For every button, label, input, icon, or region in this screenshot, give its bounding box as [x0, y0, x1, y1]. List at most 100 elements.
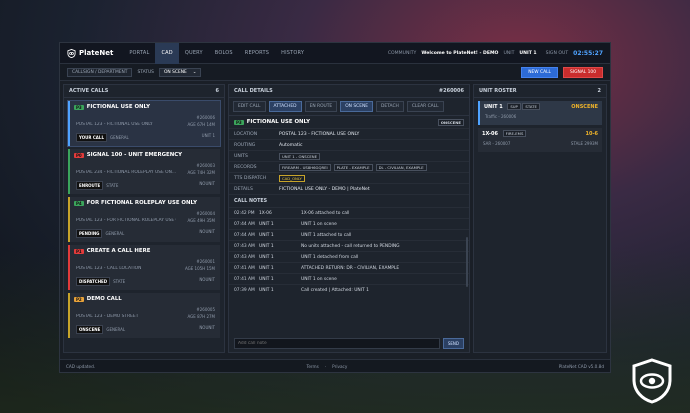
note-message: UNIT 1 detached from call — [301, 254, 359, 260]
location-label: LOCATION — [234, 131, 258, 137]
note-time: 07:44 AM — [234, 232, 255, 238]
footer-separator: · — [324, 363, 327, 369]
call-card-title-row: P1 CREATE A CALL HERE — [74, 248, 216, 254]
note-row: 07:44 AM UNIT 1 UNIT 1 on scene — [229, 218, 469, 229]
nav-cad[interactable]: CAD — [155, 42, 179, 64]
note-message: 1X-06 attached to call — [301, 210, 350, 216]
note-input[interactable] — [234, 338, 440, 349]
call-status-badge: PENDING — [76, 229, 103, 238]
clear-call-button[interactable]: CLEAR CALL — [406, 101, 444, 112]
attached-unit-tag[interactable]: UNIT 1 - ONSCENE — [279, 152, 320, 160]
call-card[interactable]: P2 DEMO CALL #260005 POSTAL 123 - DEMO ST… — [68, 293, 220, 338]
call-department: GENERAL — [105, 231, 125, 236]
call-list: P3 FICTIONAL USE ONLY #260006 POSTAL 123 … — [64, 98, 224, 341]
call-age: AGE 105H 15M — [184, 266, 215, 271]
unit-status: ONSCENE — [571, 104, 598, 110]
unit-name: UNIT 1 — [519, 50, 537, 56]
note-message: UNIT 1 attached to call — [301, 232, 352, 238]
call-card-title: SIGNAL 100 - UNIT EMERGENCY — [86, 152, 183, 158]
nav-portal[interactable]: PORTAL — [123, 43, 155, 64]
call-card[interactable]: P4 FOR FICTIONAL ROLEPLAY USE ONLY #26000… — [68, 197, 220, 242]
nav-history[interactable]: HISTORY — [275, 43, 310, 64]
call-card[interactable]: P1 CREATE A CALL HERE #260001 POSTAL 123 … — [68, 245, 220, 290]
call-number: #260005 — [196, 307, 215, 312]
note-time: 07:44 AM — [234, 221, 255, 227]
call-card-title-row: P4 FOR FICTIONAL ROLEPLAY USE ONLY — [74, 200, 216, 206]
nav-query[interactable]: QUERY — [179, 43, 209, 64]
note-time: 02:42 PM — [234, 210, 255, 216]
tts-row: TTS DISPATCH CAD_ONLY — [229, 173, 469, 184]
welcome-text: Welcome to PlateNet! - DEMO — [421, 50, 499, 56]
privacy-link[interactable]: Privacy — [332, 364, 347, 369]
note-message: UNIT 1 on scene — [301, 276, 337, 282]
signout-link[interactable]: SIGN OUT — [546, 51, 569, 56]
record-tag[interactable]: PLATE - EXAMPLE — [333, 163, 373, 171]
send-button[interactable]: SEND — [442, 338, 464, 349]
signal-100-button[interactable]: SIGNAL 100 — [563, 66, 603, 78]
call-card-title: FOR FICTIONAL ROLEPLAY USE ONLY — [86, 200, 197, 206]
call-card-title: FICTIONAL USE ONLY — [86, 104, 151, 110]
call-number: #260003 — [196, 163, 215, 168]
tts-tag[interactable]: CAD_ONLY — [279, 174, 305, 182]
call-units: UNIT 1 — [201, 133, 215, 138]
unit-stale: STALE 2993M — [570, 141, 598, 146]
call-status-row: PENDING GENERAL — [76, 229, 124, 238]
en-route-button[interactable]: EN ROUTE — [304, 101, 338, 112]
record-tag[interactable]: FIREARM - US8H6GQREI — [279, 163, 331, 171]
terms-link[interactable]: Terms — [306, 364, 318, 369]
edit-call-button[interactable]: EDIT CALL — [233, 101, 266, 112]
nav-bolos[interactable]: BOLOS — [209, 43, 239, 64]
active-calls-panel: ACTIVE CALLS 6 P3 FICTIONAL USE ONLY #2600… — [63, 84, 225, 353]
status-select[interactable]: ON SCENE ⌄ — [158, 67, 202, 77]
version-text: PlateNet CAD v5.0.8d — [558, 363, 604, 369]
unit-status: 10-6 — [585, 131, 598, 137]
notes-scrollbar[interactable] — [466, 237, 468, 287]
unit-name: 1X-06 — [482, 131, 498, 137]
call-details-header: CALL DETAILS #260006 — [229, 85, 469, 98]
note-unit: 1X-06 — [259, 210, 272, 216]
note-unit: UNIT 1 — [259, 276, 274, 282]
note-message: Call created | Attached: UNIT 1 — [301, 287, 369, 293]
call-status-badge: ONSCENE — [76, 325, 104, 334]
call-number: #260004 — [196, 211, 215, 216]
unit-roster-title: UNIT ROSTER — [479, 88, 517, 94]
detach-button[interactable]: DETACH — [376, 101, 404, 112]
unit-name: UNIT 1 — [484, 104, 503, 110]
roster-unit[interactable]: 1X-06 FIRE-EMS 10-6 SAR - 260007 STALE 2… — [478, 128, 602, 152]
call-department: STATE — [113, 279, 126, 284]
new-call-button[interactable]: NEW CALL — [521, 66, 558, 78]
footer-status: CAD updated. — [66, 363, 96, 369]
note-row: 07:39 AM UNIT 1 Call created | Attached: U… — [229, 284, 469, 295]
call-status-badge: YOUR CALL — [76, 133, 108, 142]
call-card[interactable]: P3 FICTIONAL USE ONLY #260006 POSTAL 123 … — [67, 100, 221, 147]
attached-button[interactable]: ATTACHED — [268, 101, 302, 112]
call-location: POSTAL 123 - FICTIONAL USE ONLY — [76, 122, 153, 127]
call-action-tabs: EDIT CALL ATTACHED EN ROUTE ON SCENE DET… — [229, 98, 469, 116]
call-details-title: CALL DETAILS — [234, 88, 273, 94]
call-card[interactable]: P0 SIGNAL 100 - UNIT EMERGENCY #260003 PO… — [68, 149, 220, 194]
note-row: 02:42 PM 1X-06 1X-06 attached to call — [229, 207, 469, 218]
note-unit: UNIT 1 — [259, 287, 274, 293]
callsign-button[interactable]: CALLSIGN / DEPARTMENT — [67, 67, 133, 77]
brand[interactable]: PlateNet — [67, 48, 113, 58]
note-message: ATTACHED RETURN: DR - CIVILIAN, EXAMPLE — [301, 265, 400, 271]
notes-list: 02:42 PM 1X-06 1X-06 attached to call 07:44… — [229, 207, 469, 335]
call-location: POSTAL 123 - FOR FICTIONAL ROLEPLAY USE … — [76, 218, 176, 223]
call-card-title: CREATE A CALL HERE — [86, 248, 151, 254]
roster-unit[interactable]: UNIT 1 SUP STATE ONSCENE Traffic - 26000… — [478, 101, 602, 125]
on-scene-button[interactable]: ON SCENE — [340, 101, 374, 112]
main-area: ACTIVE CALLS 6 P3 FICTIONAL USE ONLY #2600… — [60, 81, 610, 353]
priority-badge: P2 — [74, 296, 84, 302]
call-status-row: DISPATCHED STATE — [76, 277, 125, 286]
units-label: UNITS — [234, 153, 248, 159]
nav-right: COMMUNITY Welcome to PlateNet! - DEMO UN… — [388, 50, 603, 57]
record-tag[interactable]: DL - CIVILIAN, EXAMPLE — [375, 163, 427, 171]
nav-reports[interactable]: REPORTS — [239, 43, 275, 64]
location-value: POSTAL 123 - FICTIONAL USE ONLY — [279, 131, 360, 137]
status-value: ON SCENE — [163, 69, 187, 75]
call-status-row: ENROUTE STATE — [76, 181, 118, 190]
call-details-panel: CALL DETAILS #260006 EDIT CALL ATTACHED E… — [228, 84, 470, 353]
call-units: NOUNIT — [199, 325, 215, 330]
priority-badge: P0 — [74, 152, 84, 158]
routing-label: ROUTING — [234, 142, 256, 148]
